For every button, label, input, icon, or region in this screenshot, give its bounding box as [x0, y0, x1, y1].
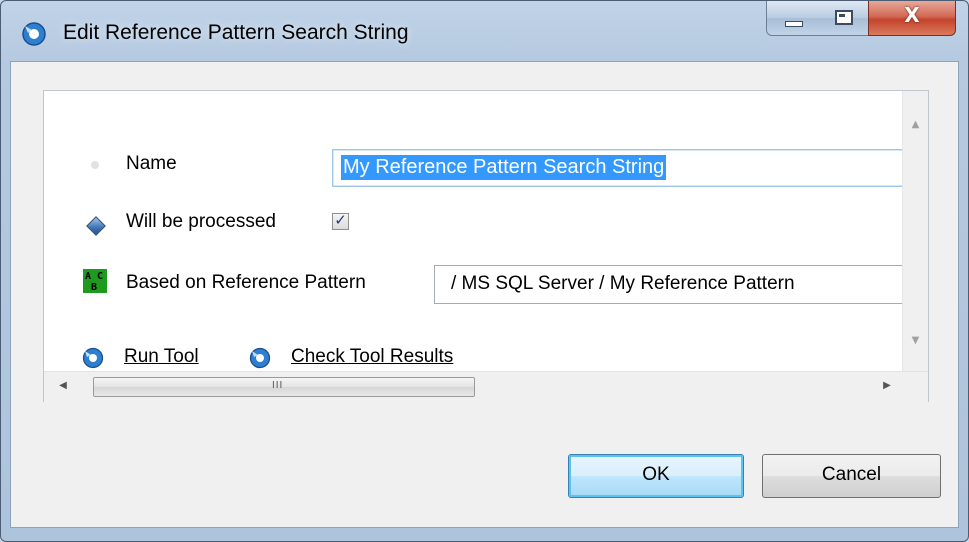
cancel-button[interactable]: Cancel [762, 454, 941, 498]
ok-button[interactable]: OK [568, 454, 744, 498]
horizontal-scrollbar[interactable]: ◀ III ▶ [44, 371, 928, 402]
close-button[interactable]: X [868, 1, 956, 36]
scroll-right-icon[interactable]: ▶ [880, 380, 894, 391]
scroll-grip-icon: III [272, 380, 284, 391]
vertical-scrollbar[interactable]: ▲ ▼ [902, 91, 928, 371]
scroll-up-icon[interactable]: ▲ [903, 119, 928, 130]
dialog-window: Edit Reference Pattern Search String X N… [0, 0, 969, 542]
scroll-down-icon[interactable]: ▼ [903, 335, 928, 346]
diamond-icon [86, 216, 106, 236]
reference-field[interactable]: / MS SQL Server / My Reference Pattern [434, 265, 903, 304]
svg-text:A: A [85, 271, 91, 282]
title-bar[interactable]: Edit Reference Pattern Search String X [1, 1, 968, 61]
reference-label: Based on Reference Pattern [126, 272, 366, 293]
maximize-button[interactable] [818, 1, 869, 36]
svg-text:C: C [97, 271, 103, 282]
app-icon [22, 22, 46, 46]
name-label: Name [126, 153, 177, 174]
horizontal-scroll-thumb[interactable]: III [93, 377, 475, 397]
maximize-icon [835, 10, 853, 25]
run-tool-icon[interactable] [82, 347, 104, 369]
minimize-button[interactable] [766, 1, 820, 36]
reference-value: / MS SQL Server / My Reference Pattern [451, 273, 795, 294]
name-input[interactable]: My Reference Pattern Search String [332, 149, 903, 187]
pattern-abc-icon: ACB [83, 269, 107, 293]
close-icon: X [904, 3, 920, 27]
check-results-icon[interactable] [249, 347, 271, 369]
name-input-value: My Reference Pattern Search String [341, 155, 667, 180]
window-title: Edit Reference Pattern Search String [63, 21, 409, 44]
processed-label: Will be processed [126, 211, 276, 232]
check-results-link[interactable]: Check Tool Results [291, 346, 453, 368]
processed-checkbox[interactable]: ✓ [332, 211, 349, 230]
minimize-icon [785, 21, 803, 27]
scroll-left-icon[interactable]: ◀ [56, 380, 70, 391]
run-tool-link[interactable]: Run Tool [124, 346, 199, 368]
checkmark-icon: ✓ [334, 211, 347, 229]
dialog-body: Name My Reference Pattern Search String … [10, 61, 959, 528]
bullet-dot-icon [91, 161, 99, 169]
properties-panel: Name My Reference Pattern Search String … [43, 90, 929, 402]
svg-text:B: B [91, 282, 97, 293]
